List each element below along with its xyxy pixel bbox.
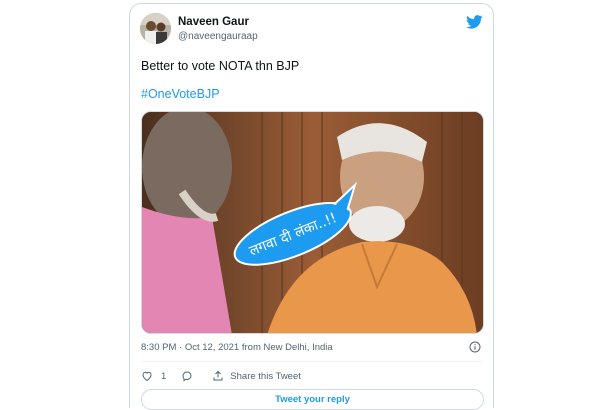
share-button[interactable]: Share this Tweet <box>212 370 301 382</box>
divider <box>141 361 482 362</box>
tweet-text: Better to vote NOTA thn BJP <box>141 59 300 73</box>
tweet-timestamp-location[interactable]: 8:30 PM · Oct 12, 2021 from New Delhi, I… <box>141 342 333 353</box>
like-button[interactable]: 1 <box>141 370 166 382</box>
heart-icon <box>142 371 152 382</box>
author-handle[interactable]: @naveengauraap <box>178 31 258 42</box>
reply-button[interactable] <box>181 370 193 382</box>
author-display-name[interactable]: Naveen Gaur <box>178 16 249 28</box>
share-arrow-icon <box>213 370 223 381</box>
tweet-actions: 1 Share this Tweet <box>141 368 301 384</box>
share-label: Share this Tweet <box>230 370 301 382</box>
tweet-media[interactable]: लगवा दी लंका..!! <box>141 111 484 334</box>
tweet-your-reply-button[interactable]: Tweet your reply <box>141 389 484 410</box>
avatar-photo <box>140 13 171 44</box>
tweet-card: Naveen Gaur @naveengauraap Better to vot… <box>129 3 494 410</box>
like-count: 1 <box>161 370 167 382</box>
avatar[interactable] <box>140 13 171 44</box>
meme-image: लगवा दी लंका..!! <box>142 112 483 333</box>
hashtag-link[interactable]: #OneVoteBJP <box>141 87 220 101</box>
twitter-bird-icon[interactable] <box>466 15 483 29</box>
info-icon[interactable] <box>469 341 481 353</box>
speech-bubble-icon <box>182 371 192 382</box>
